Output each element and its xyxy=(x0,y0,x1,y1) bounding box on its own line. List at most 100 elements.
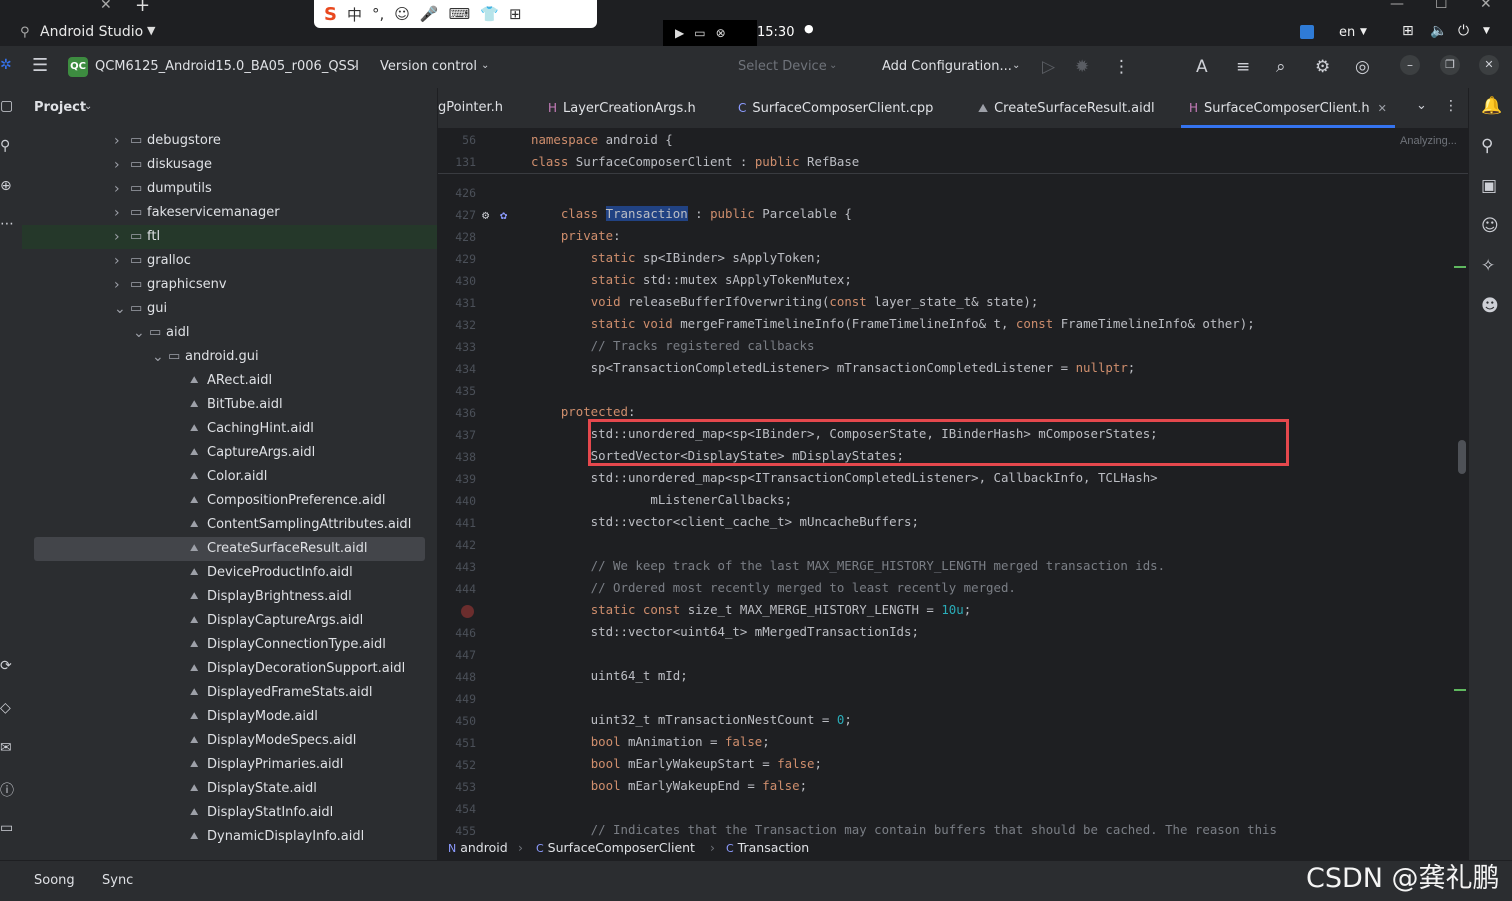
tree-folder-item[interactable]: › ▭ gralloc xyxy=(22,249,437,273)
tab-surfacecomposerclient-h[interactable]: H SurfaceComposerClient.h ✕ xyxy=(1181,88,1395,128)
ime-mic-icon[interactable]: 🎤 xyxy=(420,5,439,23)
chevron-down-icon[interactable]: ⌄ xyxy=(829,60,837,71)
code-line[interactable]: uint32_t mTransactionNestCount = 0; xyxy=(531,712,852,727)
code-line[interactable]: bool mEarlyWakeupStart = false; xyxy=(531,756,822,771)
override-gutter-icon[interactable]: ⚙ xyxy=(482,208,489,222)
add-configuration-button[interactable]: Add Configuration... xyxy=(882,59,1012,74)
tree-file-item[interactable]: ⛰ CaptureArgs.aidl xyxy=(22,441,437,465)
tab-gpointer-h[interactable]: gPointer.h xyxy=(438,88,503,128)
tree-file-item[interactable]: ⛰ DisplayMode.aidl xyxy=(22,705,437,729)
chevron-right-icon[interactable]: › xyxy=(114,129,120,153)
main-menu-icon[interactable]: ☰ xyxy=(32,55,48,76)
tree-file-item[interactable]: ⛰ ARect.aidl xyxy=(22,369,437,393)
minimize-icon[interactable]: – xyxy=(1400,55,1420,75)
chevron-down-icon[interactable]: ▼ xyxy=(1483,26,1490,36)
tree-file-item[interactable]: ⛰ DisplayPrimaries.aidl xyxy=(22,753,437,777)
device-selector[interactable]: Select Device xyxy=(738,59,827,74)
breadcrumb-class[interactable]: C SurfaceComposerClient xyxy=(536,840,695,855)
code-line[interactable]: std::vector<client_cache_t> mUncacheBuff… xyxy=(531,514,919,529)
chevron-down-icon[interactable]: ⌄ xyxy=(350,60,358,71)
screen-icon[interactable]: ▭ xyxy=(694,26,705,40)
sync-icon[interactable]: ≡ xyxy=(1236,57,1250,77)
network-icon[interactable]: ⊞ xyxy=(1402,23,1414,39)
gradle-icon[interactable]: ⚲ xyxy=(1481,136,1493,156)
version-control-menu[interactable]: Version control xyxy=(380,59,477,74)
volume-icon[interactable]: 🔈 xyxy=(1430,23,1447,39)
code-line[interactable]: bool mEarlyWakeupEnd = false; xyxy=(531,778,807,793)
breakpoint-marker[interactable] xyxy=(461,605,474,618)
close-icon[interactable]: ✕ xyxy=(1479,55,1499,75)
power-icon[interactable]: ⏻ xyxy=(1458,23,1469,39)
more-icon[interactable]: ⋮ xyxy=(1113,57,1130,77)
close-tab-icon[interactable]: ✕ xyxy=(1378,102,1387,115)
code-line[interactable]: // Ordered most recently merged to least… xyxy=(531,580,1016,595)
chevron-right-icon[interactable]: › xyxy=(114,249,120,273)
search-icon[interactable]: ⌕ xyxy=(1276,57,1286,77)
minimize-icon[interactable]: — xyxy=(1390,0,1404,12)
account-icon[interactable]: ◎ xyxy=(1355,57,1370,77)
chevron-down-icon[interactable]: ⌄ xyxy=(1012,60,1020,71)
ime-logo-icon[interactable]: S xyxy=(324,4,337,25)
tab-layercreationargs-h[interactable]: H LayerCreationArgs.h xyxy=(548,88,696,128)
tree-folder-item[interactable]: › ▭ graphicsenv xyxy=(22,273,437,297)
tab-surfacecomposerclient-cpp[interactable]: C SurfaceComposerClient.cpp xyxy=(738,88,933,128)
code-line[interactable]: protected: xyxy=(531,404,636,419)
close-window-icon[interactable]: ✕ xyxy=(1480,0,1492,12)
ime-keyboard-icon[interactable]: ⌨ xyxy=(449,5,471,23)
code-line[interactable]: static const size_t MAX_MERGE_HISTORY_LE… xyxy=(531,602,972,617)
tree-file-item[interactable]: ⛰ DisplayModeSpecs.aidl xyxy=(22,729,437,753)
gemini-icon[interactable]: ☺ xyxy=(1481,216,1499,236)
tree-file-item[interactable]: ⛰ DeviceProductInfo.aidl xyxy=(22,561,437,585)
project-tool-icon[interactable]: ▢ xyxy=(0,98,13,114)
chevron-down-icon[interactable]: ⌄ xyxy=(481,60,489,71)
chevron-right-icon[interactable]: › xyxy=(114,273,120,297)
ime-grid-icon[interactable]: ⊞ xyxy=(509,5,522,23)
tree-folder-item[interactable]: ⌄ ▭ gui xyxy=(22,297,437,321)
tree-folder-item[interactable]: › ▭ fakeservicemanager xyxy=(22,201,437,225)
tree-file-item[interactable]: ⛰ DynamicDisplayInfo.aidl xyxy=(22,825,437,849)
play-icon[interactable]: ▶ xyxy=(675,26,684,40)
code-line[interactable]: // Indicates that the Transaction may co… xyxy=(531,822,1277,837)
commit-tool-icon[interactable]: ⚲ xyxy=(0,138,10,154)
project-panel-title[interactable]: Project xyxy=(34,100,86,115)
tree-file-item[interactable]: ⛰ DisplayCaptureArgs.aidl xyxy=(22,609,437,633)
change-marker[interactable] xyxy=(1454,689,1466,691)
code-line[interactable]: static sp<IBinder> sApplyToken; xyxy=(531,250,822,265)
tree-file-item[interactable]: ⛰ Color.aidl xyxy=(22,465,437,489)
ime-skin-icon[interactable]: 👕 xyxy=(480,5,499,23)
running-devices-icon[interactable]: ✧ xyxy=(1481,256,1495,276)
close-icon[interactable]: ⊗ xyxy=(716,26,726,40)
tree-folder-item[interactable]: ⌄ ▭ android.gui xyxy=(22,345,437,369)
chevron-down-icon[interactable]: ⌄ xyxy=(114,297,126,321)
tree-file-item[interactable]: ⛰ DisplayState.aidl xyxy=(22,777,437,801)
chevron-right-icon[interactable]: › xyxy=(114,153,120,177)
more-tools-icon[interactable]: ⋯ xyxy=(0,216,14,232)
ime-emoji-icon[interactable]: ☺ xyxy=(394,5,410,23)
code-editor[interactable]: 426 427 class Transaction : public Parcel… xyxy=(438,129,1468,837)
tree-folder-item[interactable]: › ▭ dumputils xyxy=(22,177,437,201)
breadcrumb-namespace[interactable]: N android xyxy=(448,840,508,855)
ime-chinese-mode[interactable]: 中 xyxy=(347,4,362,25)
breadcrumb-inner-class[interactable]: C Transaction xyxy=(726,840,809,855)
chevron-down-icon[interactable]: ⌄ xyxy=(84,101,92,112)
code-line[interactable]: sp<TransactionCompletedListener> mTransa… xyxy=(531,360,1136,375)
new-tab-icon[interactable]: + xyxy=(135,0,150,16)
restore-icon[interactable]: ❐ xyxy=(1440,55,1460,75)
tree-file-item[interactable]: ⛰ ContentSamplingAttributes.aidl xyxy=(22,513,437,537)
chevron-down-icon[interactable]: ▼ xyxy=(1360,27,1367,37)
device-explorer-icon[interactable]: ☻ xyxy=(1481,296,1499,316)
chevron-right-icon[interactable]: › xyxy=(114,177,120,201)
notifications-icon[interactable]: 🔔 xyxy=(1481,96,1502,116)
code-line[interactable]: void releaseBufferIfOverwriting(const la… xyxy=(531,294,1039,309)
code-line[interactable]: bool mAnimation = false; xyxy=(531,734,770,749)
chevron-right-icon[interactable]: › xyxy=(114,225,120,249)
notification-app-icon[interactable] xyxy=(1300,25,1314,39)
code-line[interactable]: std::unordered_map<sp<ITransactionComple… xyxy=(531,470,1158,485)
project-selector[interactable]: QCM6125_Android15.0_BA05_r006_QSSI xyxy=(95,59,359,74)
tree-file-item[interactable]: ⛰ DisplayBrightness.aidl xyxy=(22,585,437,609)
code-line[interactable]: std::vector<uint64_t> mMergedTransaction… xyxy=(531,624,919,639)
tree-file-item[interactable]: ⛰ CachingHint.aidl xyxy=(22,417,437,441)
tree-folder-item[interactable]: ⌄ ▭ aidl xyxy=(22,321,437,345)
device-manager-icon[interactable]: ▣ xyxy=(1481,176,1497,196)
app-title[interactable]: Android Studio xyxy=(40,24,143,40)
